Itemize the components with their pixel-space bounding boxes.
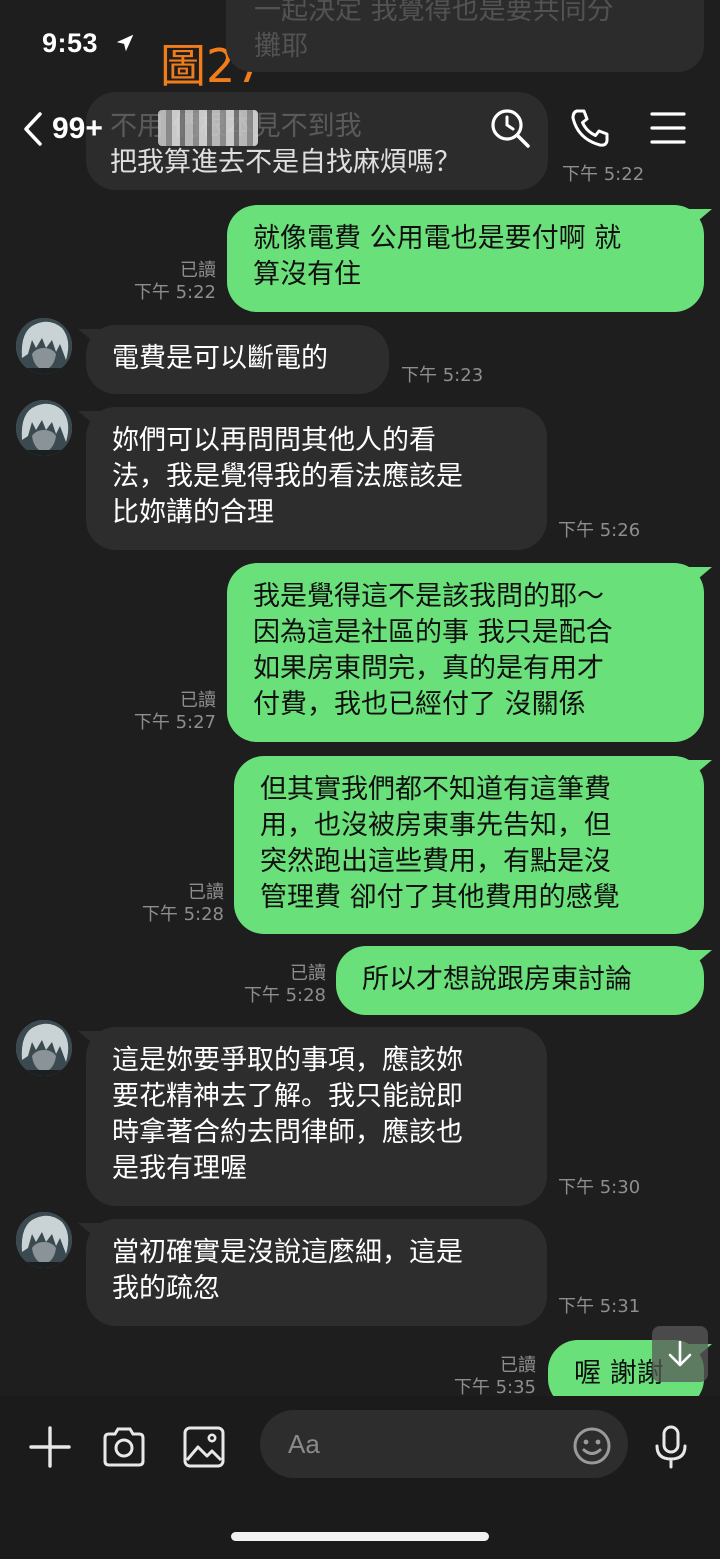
read-receipt: 已讀 [188,882,224,903]
message-line: 付費，我也已經付了 沒關係 [253,689,586,720]
message-line: 因為這是社區的事 我只是配合 [253,617,613,648]
search-icon[interactable] [488,106,532,150]
plus-icon[interactable] [27,1424,73,1470]
unread-count: 99+ [52,112,103,145]
contact-avatar[interactable] [16,318,72,374]
avatar-image [16,400,72,456]
message-line: 我的疏忽 [112,1273,220,1304]
message-line: 所以才想說跟房東討論 [362,964,632,995]
contact-name-redacted[interactable] [158,110,258,146]
microphone-icon[interactable] [648,1424,694,1470]
message-line: 但其實我們都不知道有這筆費 [260,774,611,805]
chat-header: 99+ [0,90,720,180]
message-line: 我是覺得這不是該我問的耶～ [253,581,604,612]
avatar-image [16,1020,72,1076]
message-line: 法，我是覺得我的看法應該是 [112,461,463,492]
back-button[interactable]: 99+ [22,108,132,150]
message-line: 管理費 卻付了其他費用的感覺 [260,882,620,913]
contact-avatar[interactable] [16,1020,72,1076]
message-time: 下午 5:31 [558,1296,641,1317]
message-time: 下午 5:27 [133,712,216,733]
message-bubble-outgoing[interactable]: 所以才想說跟房東討論 [336,946,704,1015]
read-receipt: 已讀 [290,963,326,984]
image-icon[interactable] [181,1424,227,1470]
message-line: 妳們可以再問問其他人的看 [112,425,436,456]
camera-icon[interactable] [101,1424,147,1470]
message-bubble-incoming[interactable]: 當初確實是沒說這麼細，這是 我的疏忽 [86,1219,547,1326]
read-receipt: 已讀 [500,1355,536,1376]
previous-message-text: 一起決定 我覺得也是要共同分 [254,0,614,26]
message-line: 當初確實是沒說這麼細，這是 [112,1237,463,1268]
message-time: 下午 5:28 [141,904,224,925]
message-time: 下午 5:30 [558,1177,641,1198]
message-line: 這是妳要爭取的事項，應該妳 [112,1045,463,1076]
message-bubble-outgoing[interactable]: 我是覺得這不是該我問的耶～ 因為這是社區的事 我只是配合 如果房東問完，真的是有… [227,563,704,742]
message-input-bar [0,1396,720,1559]
message-time: 下午 5:22 [133,282,216,303]
message-bubble-outgoing[interactable]: 但其實我們都不知道有這筆費 用，也沒被房東事先告知，但 突然跑出這些費用，有點是… [234,756,704,934]
message-status: 已讀 下午 5:35 [436,1355,536,1399]
message-bubble-incoming[interactable]: 這是妳要爭取的事項，應該妳 要花精神去了解。我只能說即 時拿著合約去問律師，應該… [86,1027,547,1206]
message-line: 比妳講的合理 [112,497,274,528]
scroll-to-bottom-button[interactable] [652,1326,708,1382]
message-status: 已讀 下午 5:28 [226,963,326,1007]
message-line: 要花精神去了解。我只能說即 [112,1081,463,1112]
avatar-image [16,318,72,374]
message-status: 已讀 下午 5:22 [116,260,216,304]
home-indicator [231,1532,489,1541]
message-line: 用，也沒被房東事先告知，但 [260,810,611,841]
message-line: 如果房東問完，真的是有用才 [253,653,604,684]
contact-avatar[interactable] [16,1212,72,1268]
phone-icon[interactable] [568,106,612,150]
emoji-icon[interactable] [572,1426,612,1466]
message-bubble-outgoing[interactable]: 就像電費 公用電也是要付啊 就 算沒有住 [227,205,704,312]
read-receipt: 已讀 [180,690,216,711]
message-time: 下午 5:26 [558,520,641,541]
message-line: 是我有理喔 [112,1153,247,1184]
message-line: 電費是可以斷電的 [112,343,328,374]
message-time: 下午 5:23 [401,365,484,386]
message-time: 下午 5:28 [243,985,326,1006]
previous-message-text: 攤耶 [254,31,308,62]
message-bubble-incoming[interactable]: 妳們可以再問問其他人的看 法，我是覺得我的看法應該是 比妳講的合理 [86,407,547,550]
message-line: 突然跑出這些費用，有點是沒 [260,846,611,877]
avatar-image [16,1212,72,1268]
read-receipt: 已讀 [180,260,216,281]
message-status: 已讀 下午 5:27 [116,690,216,734]
menu-icon[interactable] [646,106,690,150]
message-line: 時拿著合約去問律師，應該也 [112,1117,463,1148]
scroll-down-arrow-icon [668,1340,692,1367]
message-status: 已讀 下午 5:28 [124,882,224,926]
message-bubble-incoming[interactable]: 電費是可以斷電的 [86,325,389,394]
status-time: 9:53 [42,28,99,58]
message-line: 算沒有住 [253,259,361,290]
message-line: 就像電費 公用電也是要付啊 就 [253,223,622,254]
back-chevron-icon [24,112,42,146]
location-arrow-icon [116,34,134,52]
contact-avatar[interactable] [16,400,72,456]
